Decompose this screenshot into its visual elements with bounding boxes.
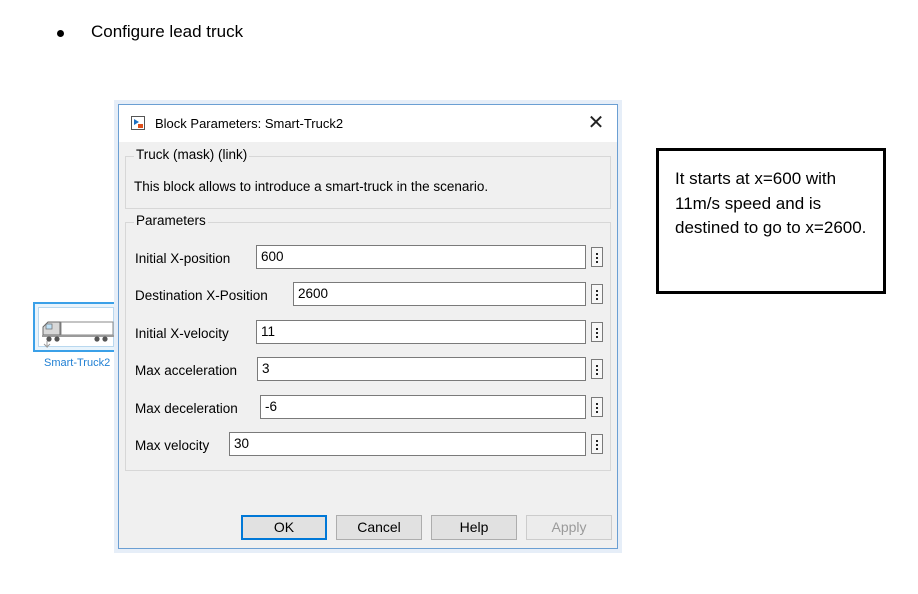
help-button[interactable]: Help bbox=[431, 515, 517, 540]
dots-icon bbox=[596, 332, 598, 334]
parameters-group-label: Parameters bbox=[134, 213, 208, 228]
param-row: Initial X-position 600 bbox=[135, 245, 610, 271]
smart-truck-block[interactable] bbox=[33, 302, 119, 352]
note-box: It starts at x=600 with 11m/s speed and … bbox=[656, 148, 886, 294]
max-velocity-input[interactable]: 30 bbox=[229, 432, 586, 456]
dots-icon bbox=[596, 261, 598, 263]
block-parameters-dialog: Block Parameters: Smart-Truck2 ✕ Truck (… bbox=[118, 104, 618, 549]
destination-x-position-input[interactable]: 2600 bbox=[293, 282, 586, 306]
param-label: Initial X-velocity bbox=[135, 326, 229, 341]
dots-icon bbox=[596, 403, 598, 405]
dots-icon bbox=[596, 373, 598, 375]
param-row: Initial X-velocity 11 bbox=[135, 320, 610, 346]
truck-icon bbox=[42, 321, 114, 348]
dots-icon bbox=[596, 253, 598, 255]
dots-icon bbox=[596, 411, 598, 413]
bullet-text: Configure lead truck bbox=[91, 22, 244, 41]
dots-icon bbox=[596, 444, 598, 446]
title-bar[interactable]: Block Parameters: Smart-Truck2 ✕ bbox=[119, 105, 617, 142]
dots-icon bbox=[596, 440, 598, 442]
param-label: Initial X-position bbox=[135, 251, 231, 266]
block-label: Smart-Truck2 bbox=[44, 357, 111, 369]
dots-icon bbox=[596, 257, 598, 259]
block-face bbox=[38, 307, 114, 348]
apply-button[interactable]: Apply bbox=[526, 515, 612, 540]
param-label: Destination X-Position bbox=[135, 288, 268, 303]
initial-x-position-input[interactable]: 600 bbox=[256, 245, 586, 269]
param-label: Max velocity bbox=[135, 438, 210, 453]
dots-icon bbox=[596, 298, 598, 300]
param-label: Max acceleration bbox=[135, 363, 238, 378]
bullet-dot bbox=[57, 30, 64, 37]
param-row: Destination X-Position 2600 bbox=[135, 282, 610, 308]
max-deceleration-input[interactable]: -6 bbox=[260, 395, 586, 419]
dots-icon bbox=[596, 448, 598, 450]
mask-group: Truck (mask) (link) This block allows to… bbox=[125, 147, 611, 209]
dots-icon bbox=[596, 336, 598, 338]
dots-icon bbox=[596, 407, 598, 409]
parameters-group: Parameters Initial X-position 600 Destin… bbox=[125, 213, 611, 471]
param-menu-button[interactable] bbox=[591, 322, 603, 342]
initial-x-velocity-input[interactable]: 11 bbox=[256, 320, 586, 344]
param-menu-button[interactable] bbox=[591, 284, 603, 304]
param-label: Max deceleration bbox=[135, 401, 238, 416]
dots-icon bbox=[596, 365, 598, 367]
note-text: It starts at x=600 with 11m/s speed and … bbox=[675, 169, 867, 237]
param-row: Max acceleration 3 bbox=[135, 357, 610, 383]
dots-icon bbox=[596, 290, 598, 292]
close-button[interactable]: ✕ bbox=[583, 111, 609, 135]
param-menu-button[interactable] bbox=[591, 434, 603, 454]
dots-icon bbox=[596, 328, 598, 330]
simulink-block-icon bbox=[131, 116, 145, 130]
mask-group-label: Truck (mask) (link) bbox=[134, 147, 250, 162]
close-icon: ✕ bbox=[587, 112, 605, 134]
param-menu-button[interactable] bbox=[591, 247, 603, 267]
cancel-button[interactable]: Cancel bbox=[336, 515, 422, 540]
param-menu-button[interactable] bbox=[591, 359, 603, 379]
dots-icon bbox=[596, 369, 598, 371]
dialog-title: Block Parameters: Smart-Truck2 bbox=[155, 116, 344, 131]
param-menu-button[interactable] bbox=[591, 397, 603, 417]
ok-button[interactable]: OK bbox=[241, 515, 327, 540]
param-row: Max deceleration -6 bbox=[135, 395, 610, 421]
max-acceleration-input[interactable]: 3 bbox=[257, 357, 586, 381]
param-row: Max velocity 30 bbox=[135, 432, 610, 458]
block-description: This block allows to introduce a smart-t… bbox=[134, 179, 489, 194]
dots-icon bbox=[596, 294, 598, 296]
